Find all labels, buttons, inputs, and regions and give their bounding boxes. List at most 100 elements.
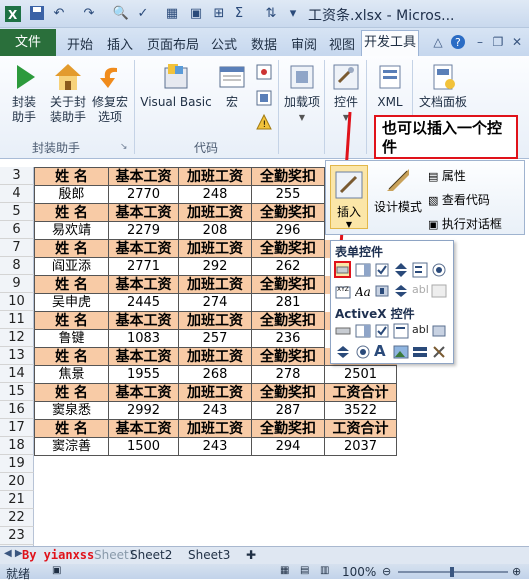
table-cell[interactable]: 基本工资 — [108, 311, 179, 330]
table-cell[interactable]: 加班工资 — [178, 203, 252, 222]
table-cell[interactable]: 基本工资 — [108, 347, 179, 366]
table-cell[interactable]: 加班工资 — [178, 239, 252, 258]
table-cell[interactable]: 鲁键 — [34, 329, 109, 348]
more-controls-icon[interactable] — [431, 344, 448, 361]
table-cell[interactable]: 基本工资 — [108, 203, 179, 222]
row-header[interactable]: 23 — [0, 527, 34, 545]
table-cell[interactable]: 全勤奖扣 — [251, 419, 325, 438]
table-cell[interactable]: 208 — [178, 221, 252, 240]
tab-view[interactable]: 视图 — [329, 34, 355, 53]
save-icon[interactable] — [28, 5, 46, 23]
form-label-icon[interactable]: Aa — [354, 283, 372, 300]
sheet-tab-sheet3[interactable]: Sheet3 — [188, 548, 230, 562]
table-cell[interactable]: 2771 — [108, 257, 179, 276]
row-header[interactable]: 8 — [0, 257, 34, 275]
fix-macro-options-button[interactable]: 修复宏 选项 — [90, 62, 130, 125]
run-dialog-button[interactable]: ▣ 执行对话框 — [428, 215, 502, 232]
activex-text-box-icon[interactable]: abl — [412, 323, 429, 340]
tab-file[interactable]: 文件 — [0, 29, 56, 56]
table-cell[interactable]: 姓 名 — [34, 347, 109, 366]
row-header[interactable]: 10 — [0, 293, 34, 311]
table-cell[interactable]: 工资合计 — [324, 419, 397, 438]
normal-view-icon[interactable]: ▦ — [280, 565, 289, 576]
add-ins-button[interactable]: 加载项 ▼ — [282, 62, 322, 125]
activex-command-button-icon[interactable] — [335, 323, 352, 340]
table-cell[interactable]: 姓 名 — [34, 311, 109, 330]
table-cell[interactable]: 2279 — [108, 221, 179, 240]
table-cell[interactable]: 全勤奖扣 — [251, 167, 325, 186]
table-cell[interactable]: 262 — [251, 257, 325, 276]
fill-color-icon[interactable]: ▣ — [187, 5, 205, 23]
table-cell[interactable]: 焦景 — [34, 365, 109, 384]
macro-security-icon[interactable]: ! — [256, 113, 272, 130]
row-header[interactable]: 6 — [0, 221, 34, 239]
help-icon[interactable]: ? — [450, 34, 466, 50]
page-layout-view-icon[interactable]: ▤ — [300, 565, 309, 576]
zoom-in-icon[interactable]: ⊕ — [512, 565, 521, 578]
activex-label-icon[interactable]: A — [374, 342, 391, 360]
view-code-button[interactable]: ▧ 查看代码 — [428, 191, 490, 208]
insert-sheet-icon[interactable]: ✚ — [246, 548, 256, 562]
table-cell[interactable]: 255 — [251, 185, 325, 204]
tab-home[interactable]: 开始 — [67, 34, 93, 53]
table-cell[interactable]: 基本工资 — [108, 239, 179, 258]
row-header[interactable]: 12 — [0, 329, 34, 347]
activex-list-box-icon[interactable] — [393, 323, 410, 340]
activex-image-icon[interactable] — [393, 344, 410, 361]
table-cell[interactable]: 全勤奖扣 — [251, 275, 325, 294]
activex-scroll-bar-icon[interactable] — [431, 323, 448, 340]
table-cell[interactable]: 243 — [178, 401, 252, 420]
table-cell[interactable]: 基本工资 — [108, 419, 179, 438]
table-cell[interactable]: 全勤奖扣 — [251, 311, 325, 330]
insert-control-button[interactable]: 插入 ▼ — [330, 165, 368, 229]
print-preview-icon[interactable]: 🔍 — [112, 5, 130, 23]
table-cell[interactable]: 248 — [178, 185, 252, 204]
table-cell[interactable]: 274 — [178, 293, 252, 312]
table-cell[interactable]: 257 — [178, 329, 252, 348]
minimize-window-icon[interactable]: – — [472, 34, 488, 50]
tab-data[interactable]: 数据 — [251, 34, 277, 53]
table-cell[interactable]: 2037 — [324, 437, 397, 456]
table-cell[interactable]: 1083 — [108, 329, 179, 348]
activex-toggle-button-icon[interactable] — [412, 344, 429, 361]
package-helper-button[interactable]: 封装 助手 — [6, 62, 42, 125]
table-cell[interactable]: 292 — [178, 257, 252, 276]
undo-icon[interactable]: ↶ — [50, 5, 68, 23]
form-button-control-icon[interactable] — [334, 261, 351, 278]
table-cell[interactable]: 窦淙善 — [34, 437, 109, 456]
table-cell[interactable]: 243 — [178, 437, 252, 456]
design-mode-button[interactable]: 设计模式 — [372, 165, 424, 215]
table-cell[interactable]: 加班工资 — [178, 383, 252, 402]
table-cell[interactable]: 287 — [251, 401, 325, 420]
table-cell[interactable]: 加班工资 — [178, 311, 252, 330]
tab-page-layout[interactable]: 页面布局 — [147, 34, 199, 53]
page-break-view-icon[interactable]: ▥ — [320, 565, 329, 576]
row-header[interactable]: 3 — [0, 167, 34, 185]
sort-icon[interactable]: ⇅ — [262, 5, 280, 23]
table-cell[interactable]: 296 — [251, 221, 325, 240]
zoom-slider-thumb[interactable] — [450, 567, 454, 577]
row-header[interactable]: 9 — [0, 275, 34, 293]
row-header[interactable]: 15 — [0, 383, 34, 401]
activex-option-button-icon[interactable] — [355, 344, 372, 361]
table-cell[interactable]: 基本工资 — [108, 383, 179, 402]
row-header[interactable]: 14 — [0, 365, 34, 383]
table-cell[interactable]: 2992 — [108, 401, 179, 420]
macro-record-icon[interactable]: ▣ — [52, 565, 61, 576]
row-header[interactable]: 20 — [0, 473, 34, 491]
form-checkbox-icon[interactable] — [374, 262, 391, 279]
xml-button[interactable]: XML — [372, 62, 408, 110]
table-cell[interactable]: 全勤奖扣 — [251, 239, 325, 258]
activex-spin-button-icon[interactable] — [335, 344, 352, 361]
activex-combo-box-icon[interactable] — [355, 323, 372, 340]
table-cell[interactable]: 姓 名 — [34, 239, 109, 258]
zoom-level[interactable]: 100% — [342, 565, 376, 579]
row-header[interactable]: 22 — [0, 509, 34, 527]
sum-icon[interactable]: Σ — [230, 5, 248, 23]
sheet-nav-icon[interactable]: ◀ ▶ — [4, 548, 23, 559]
tab-developer[interactable]: 开发工具 — [361, 30, 419, 56]
form-spinner-icon[interactable] — [393, 283, 410, 300]
spelling-icon[interactable]: ✓ — [134, 5, 152, 23]
close-window-icon[interactable]: ✕ — [509, 34, 525, 50]
row-header[interactable]: 16 — [0, 401, 34, 419]
